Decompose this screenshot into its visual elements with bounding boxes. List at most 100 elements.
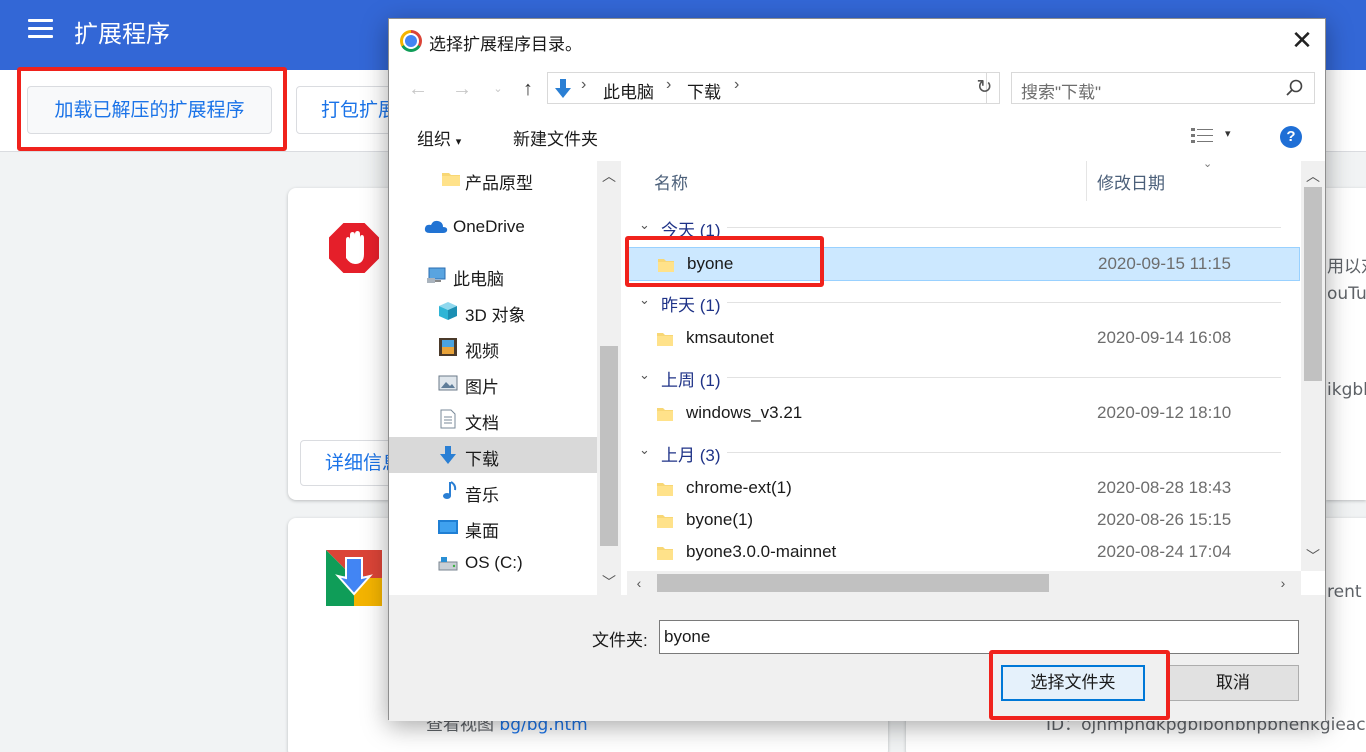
- file-date: 2020-09-14 16:08: [1097, 328, 1232, 347]
- stop-hand-icon: [327, 221, 381, 275]
- file-list-vertical-scrollbar[interactable]: ︿ ﹀: [1301, 161, 1325, 571]
- nav-item-this-pc[interactable]: 此电脑: [389, 257, 597, 293]
- group-label: 上月 (3): [661, 446, 721, 465]
- extension-desc-snippet: rent t: [1327, 582, 1366, 602]
- file-name: byone(1): [686, 510, 754, 529]
- view-dropdown-icon[interactable]: ▾: [1225, 127, 1231, 140]
- nav-item-3d-objects[interactable]: 3D 对象: [389, 293, 597, 329]
- search-icon: [1286, 79, 1303, 96]
- nav-item-label: OS (C:): [465, 553, 523, 572]
- back-arrow-icon[interactable]: ←: [403, 75, 433, 103]
- folder-icon: [657, 333, 673, 346]
- file-row-kmsautonet[interactable]: kmsautonet 2020-09-14 16:08: [627, 322, 1300, 356]
- nav-item-onedrive[interactable]: OneDrive: [389, 209, 597, 245]
- forward-arrow-icon[interactable]: →: [447, 75, 477, 103]
- extension-card-right-1: [1326, 188, 1366, 500]
- group-header-last-week[interactable]: ⌄ 上周 (1): [627, 363, 1291, 393]
- column-divider[interactable]: [1086, 161, 1087, 201]
- group-header-yesterday[interactable]: ⌄ 昨天 (1): [627, 288, 1291, 318]
- nav-item-videos[interactable]: 视频: [389, 329, 597, 365]
- folder-icon: [442, 173, 460, 186]
- up-arrow-icon[interactable]: ↑: [513, 75, 543, 103]
- nav-item-label: 此电脑: [453, 270, 504, 289]
- file-date: 2020-08-26 15:15: [1097, 510, 1232, 529]
- breadcrumb-separator-icon: ›: [581, 76, 587, 93]
- folder-icon: [658, 259, 674, 272]
- scroll-left-arrow-icon[interactable]: ‹: [627, 572, 651, 594]
- extension-id-snippet: ikgbl: [1327, 380, 1366, 400]
- breadcrumb-this-pc[interactable]: 此电脑: [603, 78, 654, 103]
- group-header-last-month[interactable]: ⌄ 上月 (3): [627, 438, 1291, 468]
- scroll-right-arrow-icon[interactable]: ›: [1271, 572, 1295, 594]
- scrollbar-thumb[interactable]: [657, 574, 1049, 592]
- file-row-byone-1[interactable]: byone(1) 2020-08-26 15:15: [627, 504, 1300, 538]
- folder-icon: [657, 483, 673, 496]
- nav-item-desktop[interactable]: 桌面: [389, 509, 597, 545]
- nav-item-documents[interactable]: 文档: [389, 401, 597, 437]
- navigation-scrollbar[interactable]: ︿ ﹀: [597, 161, 621, 595]
- page-title: 扩展程序: [74, 20, 170, 48]
- file-name: byone: [687, 254, 734, 273]
- group-label: 今天 (1): [661, 221, 721, 240]
- recent-locations-chevron-icon[interactable]: ⌄: [483, 75, 513, 103]
- document-icon: [440, 409, 456, 429]
- nav-item-downloads[interactable]: 下载: [389, 437, 597, 473]
- collapse-chevron-icon: ⌄: [639, 442, 650, 457]
- load-unpacked-button[interactable]: 加载已解压的扩展程序: [27, 86, 272, 134]
- command-bar: 组织 ▾ 新建文件夹: [389, 115, 1325, 157]
- nav-item-label: 产品原型: [465, 174, 533, 193]
- film-icon: [439, 338, 457, 356]
- scroll-up-arrow-icon[interactable]: ︿: [1301, 165, 1325, 187]
- breadcrumb-downloads[interactable]: 下载: [687, 78, 721, 103]
- help-icon[interactable]: ?: [1280, 126, 1302, 148]
- organize-menu[interactable]: 组织 ▾: [417, 125, 461, 150]
- folder-name-input[interactable]: [659, 620, 1299, 654]
- scroll-down-arrow-icon[interactable]: ﹀: [1301, 545, 1325, 567]
- view-options-icon[interactable]: [1191, 127, 1213, 145]
- file-name: byone3.0.0-mainnet: [686, 542, 837, 561]
- file-list-horizontal-scrollbar[interactable]: ‹ ›: [627, 571, 1301, 595]
- file-row-windows-v3-21[interactable]: windows_v3.21 2020-09-12 18:10: [627, 397, 1300, 431]
- group-divider: [727, 377, 1281, 378]
- select-folder-button[interactable]: 选择文件夹: [1001, 665, 1145, 701]
- column-header-name[interactable]: 名称: [654, 169, 688, 194]
- group-header-today[interactable]: ⌄ 今天 (1): [627, 213, 1291, 243]
- refresh-icon[interactable]: ↻: [970, 72, 1000, 104]
- scroll-down-arrow-icon[interactable]: ﹀: [597, 571, 621, 593]
- cancel-button[interactable]: 取消: [1167, 665, 1299, 701]
- file-name: kmsautonet: [686, 328, 774, 347]
- nav-item-label: 下载: [465, 450, 499, 469]
- file-row-chrome-ext-1[interactable]: chrome-ext(1) 2020-08-28 18:43: [627, 472, 1300, 506]
- file-row-byone3-mainnet[interactable]: byone3.0.0-mainnet 2020-08-24 17:04: [627, 536, 1300, 570]
- breadcrumb-separator-icon: ›: [666, 76, 672, 93]
- computer-icon: [427, 267, 446, 283]
- select-folder-dialog: 选择扩展程序目录。 ✕ ← → ⌄ ↑ › 此电脑 › 下载 › ⌄ ↻ 搜索"…: [388, 18, 1326, 721]
- group-divider: [727, 452, 1281, 453]
- search-box[interactable]: 搜索"下载": [1011, 72, 1315, 104]
- dialog-titlebar: 选择扩展程序目录。 ✕: [389, 19, 1325, 64]
- sort-chevron-icon: ⌄: [1203, 161, 1213, 170]
- nav-item-label: 桌面: [465, 522, 499, 541]
- nav-item-label: 3D 对象: [465, 306, 526, 325]
- close-button[interactable]: ✕: [1279, 19, 1325, 64]
- nav-item-label: OneDrive: [453, 217, 525, 236]
- file-row-byone[interactable]: byone 2020-09-15 11:15: [627, 247, 1300, 281]
- search-placeholder: 搜索"下载": [1021, 83, 1102, 102]
- scrollbar-thumb[interactable]: [1304, 187, 1322, 381]
- dialog-footer: [389, 595, 1325, 721]
- address-bar[interactable]: › 此电脑 › 下载 › ⌄: [547, 72, 1121, 104]
- extension-desc-snippet: 用以对: [1327, 257, 1366, 277]
- collapse-chevron-icon: ⌄: [639, 292, 650, 307]
- menu-icon[interactable]: [28, 19, 53, 39]
- scrollbar-thumb[interactable]: [600, 346, 618, 546]
- details-button[interactable]: 详细信息: [300, 440, 400, 486]
- nav-item-pictures[interactable]: 图片: [389, 365, 597, 401]
- download-arrow-app-icon: [326, 550, 382, 606]
- nav-item-label: 视频: [465, 342, 499, 361]
- column-header-modified[interactable]: 修改日期: [1097, 169, 1165, 194]
- nav-item-os-c[interactable]: OS (C:): [389, 545, 597, 581]
- nav-item-product-prototype[interactable]: 产品原型: [389, 161, 597, 197]
- new-folder-button[interactable]: 新建文件夹: [513, 125, 598, 150]
- nav-item-music[interactable]: 音乐: [389, 473, 597, 509]
- scroll-up-arrow-icon[interactable]: ︿: [597, 165, 621, 187]
